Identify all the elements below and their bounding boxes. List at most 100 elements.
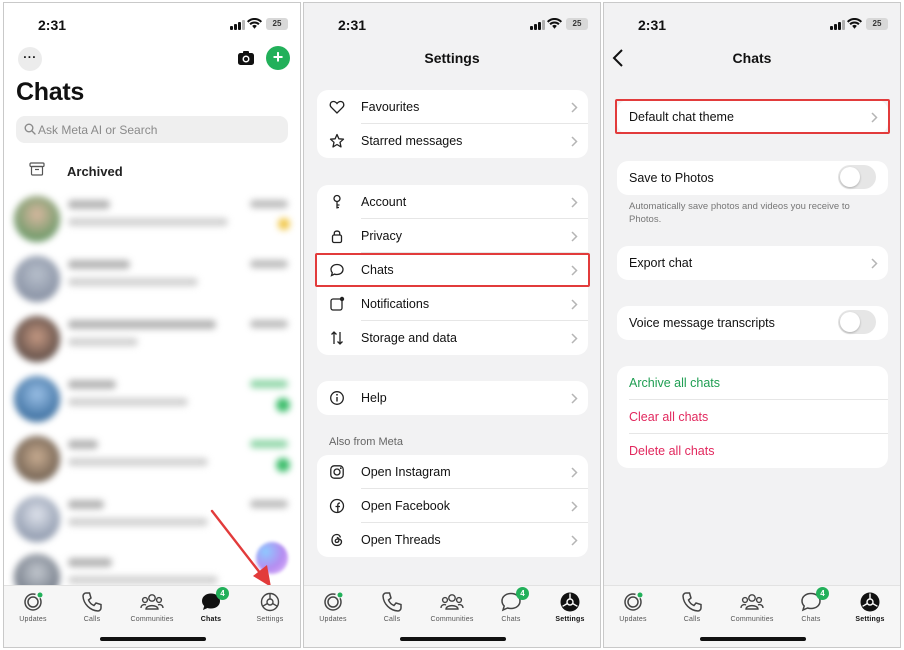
save-to-photos-toggle[interactable] — [838, 165, 876, 189]
chats-icon: 4 — [199, 587, 229, 614]
settings-item-privacy[interactable]: Privacy — [317, 219, 588, 253]
search-icon — [24, 123, 36, 135]
section-header: Also from Meta — [329, 436, 403, 448]
phone-settings-screen: 2:31 25 Settings Favourites Starred mess… — [303, 2, 601, 648]
tab-settings[interactable]: Settings — [240, 590, 300, 623]
export-chat-row[interactable]: Export chat — [617, 246, 888, 280]
clear-all-chats-button[interactable]: Clear all chats — [617, 400, 888, 434]
heart-icon — [329, 100, 345, 114]
tab-communities[interactable]: Communities — [122, 590, 182, 623]
voice-transcripts-toggle[interactable] — [838, 310, 876, 334]
delete-all-chats-button[interactable]: Delete all chats — [617, 434, 888, 468]
settings-item-help[interactable]: Help — [317, 381, 588, 415]
archive-all-chats-button[interactable]: Archive all chats — [617, 366, 888, 400]
settings-item-favourites[interactable]: Favourites — [317, 90, 588, 124]
chevron-right-icon — [571, 535, 578, 546]
status-time: 2:31 — [38, 17, 67, 33]
page-title: Chats — [732, 50, 772, 66]
page-title: Settings — [424, 50, 480, 66]
chevron-right-icon — [571, 333, 578, 344]
updates-icon — [624, 592, 643, 611]
tab-label: Calls — [83, 616, 101, 623]
settings-item-label: Open Threads — [361, 533, 441, 547]
settings-group-meta: Open Instagram Open Facebook Open Thread… — [317, 455, 588, 557]
new-chat-button[interactable]: + — [266, 46, 290, 70]
tab-calls[interactable]: Calls — [362, 590, 422, 623]
tab-updates[interactable]: Updates — [604, 590, 663, 623]
more-options-button[interactable]: ··· — [18, 47, 42, 71]
notification-icon — [330, 296, 345, 311]
home-indicator — [100, 637, 206, 641]
settings-item-notifications[interactable]: Notifications — [317, 287, 588, 321]
archived-row[interactable]: Archived — [4, 155, 300, 187]
list-item[interactable] — [4, 370, 300, 430]
settings-item-label: Open Instagram — [361, 465, 451, 479]
list-item[interactable] — [4, 430, 300, 490]
wifi-icon — [247, 18, 262, 29]
tab-label: Calls — [683, 616, 701, 623]
battery-level: 25 — [572, 19, 582, 28]
settings-item-label: Account — [361, 195, 407, 209]
phone-chats-screen: 2:31 25 ··· + Chats Ask Meta AI or Searc… — [3, 2, 301, 648]
settings-item-starred[interactable]: Starred messages — [317, 124, 588, 158]
info-icon — [330, 391, 344, 405]
settings-group-favourites: Favourites Starred messages — [317, 90, 588, 158]
archive-icon — [29, 162, 45, 176]
save-to-photos-row: Save to Photos — [617, 161, 888, 195]
tab-label: Updates — [619, 616, 647, 623]
list-item[interactable] — [4, 310, 300, 370]
chevron-right-icon — [571, 231, 578, 242]
settings-item-label: Delete all chats — [629, 444, 715, 458]
list-item[interactable] — [4, 190, 300, 250]
signal-icon — [830, 20, 845, 30]
updates-icon — [324, 592, 343, 611]
red-arrow-annotation — [210, 509, 271, 587]
tab-label: Communities — [730, 616, 774, 623]
tab-communities[interactable]: Communities — [722, 590, 782, 623]
chats-badge: 4 — [516, 587, 529, 600]
chats-icon: 4 — [799, 587, 829, 614]
settings-item-facebook[interactable]: Open Facebook — [317, 489, 588, 523]
page-title: Chats — [16, 78, 84, 106]
list-item[interactable] — [4, 250, 300, 310]
voice-transcripts-row: Voice message transcripts — [617, 306, 888, 340]
settings-item-label: Storage and data — [361, 331, 457, 345]
settings-item-instagram[interactable]: Open Instagram — [317, 455, 588, 489]
settings-item-threads[interactable]: Open Threads — [317, 523, 588, 557]
settings-item-label: Clear all chats — [629, 410, 709, 424]
battery-icon: 25 — [566, 18, 588, 30]
chevron-right-icon — [571, 299, 578, 310]
tab-calls[interactable]: Calls — [62, 590, 122, 623]
tab-chats[interactable]: 4 Chats — [181, 587, 241, 623]
search-input[interactable]: Ask Meta AI or Search — [16, 116, 288, 143]
settings-group-save-photos: Save to Photos — [617, 161, 888, 195]
phone-icon — [682, 592, 702, 612]
tab-label: Updates — [319, 616, 347, 623]
battery-level: 25 — [272, 19, 282, 28]
tab-updates[interactable]: Updates — [4, 590, 63, 623]
settings-item-label: Voice message transcripts — [629, 316, 775, 330]
chevron-right-icon — [571, 467, 578, 478]
camera-icon[interactable] — [235, 47, 257, 69]
tab-updates[interactable]: Updates — [304, 590, 363, 623]
tab-label: Chats — [501, 616, 521, 623]
facebook-icon — [329, 498, 345, 514]
key-icon — [333, 194, 341, 209]
settings-item-account[interactable]: Account — [317, 185, 588, 219]
settings-item-label: Export chat — [629, 256, 693, 270]
settings-item-label: Save to Photos — [629, 171, 714, 185]
tab-communities[interactable]: Communities — [422, 590, 482, 623]
battery-level: 25 — [872, 19, 882, 28]
settings-group-help: Help — [317, 381, 588, 415]
settings-item-storage[interactable]: Storage and data — [317, 321, 588, 355]
settings-group-export: Export chat — [617, 246, 888, 280]
chevron-right-icon — [571, 136, 578, 147]
tab-chats[interactable]: 4 Chats — [781, 587, 841, 623]
highlight-box-default-theme — [615, 99, 890, 134]
home-indicator — [400, 637, 506, 641]
tab-settings[interactable]: Settings — [840, 590, 900, 623]
tab-settings[interactable]: Settings — [540, 590, 600, 623]
settings-gear-icon — [860, 592, 880, 612]
tab-calls[interactable]: Calls — [662, 590, 722, 623]
tab-chats[interactable]: 4 Chats — [481, 587, 541, 623]
